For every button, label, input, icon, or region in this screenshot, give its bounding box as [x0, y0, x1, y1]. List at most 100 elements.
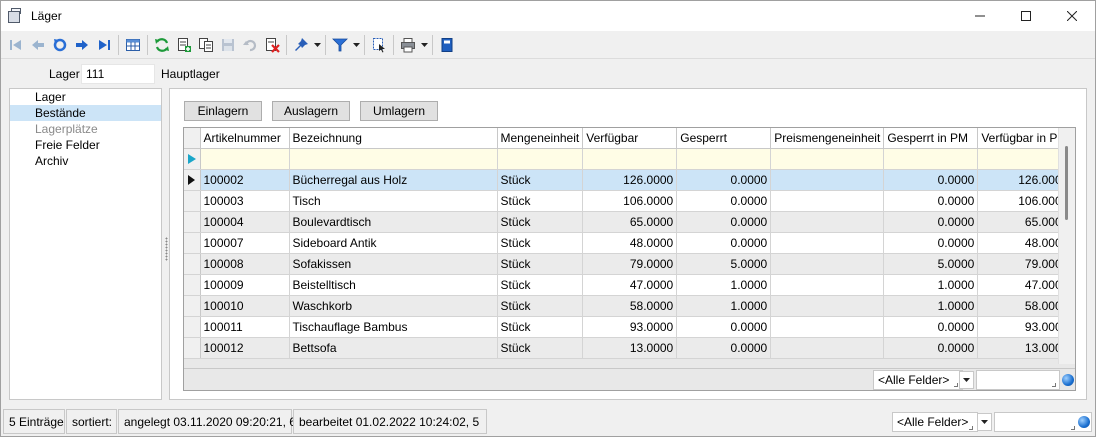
table-cell[interactable]: [770, 295, 885, 317]
table-cell[interactable]: Stück: [497, 295, 584, 317]
column-header[interactable]: Mengeneinheit: [497, 128, 584, 149]
filter-row[interactable]: [184, 148, 1073, 170]
table-cell[interactable]: [770, 337, 885, 359]
table-cell[interactable]: 100004: [200, 211, 290, 233]
copy-record-button[interactable]: [195, 34, 217, 56]
book-button[interactable]: [436, 34, 458, 56]
table-cell[interactable]: 0.0000: [676, 232, 772, 254]
table-cell[interactable]: 58.0000: [582, 295, 678, 317]
table-cell[interactable]: 0.0000: [883, 337, 979, 359]
table-cell[interactable]: 0.0000: [883, 169, 979, 191]
globe-search-icon[interactable]: [1062, 374, 1074, 386]
sidebar-item-lager[interactable]: Lager: [10, 89, 161, 105]
column-header[interactable]: Preismengeneinheit: [770, 128, 885, 149]
row-header[interactable]: [184, 337, 201, 359]
sidebar-item-freie-felder[interactable]: Freie Felder: [10, 137, 161, 153]
scrollbar-thumb[interactable]: [1065, 146, 1068, 220]
filter-cell[interactable]: [497, 148, 584, 170]
column-header[interactable]: Verfügbar: [582, 128, 678, 149]
table-cell[interactable]: [770, 211, 885, 233]
table-cell[interactable]: Tisch: [289, 190, 498, 212]
table-cell[interactable]: 1.0000: [883, 274, 979, 296]
table-cell[interactable]: Stück: [497, 253, 584, 275]
column-header[interactable]: Artikelnummer: [200, 128, 290, 149]
table-cell[interactable]: Stück: [497, 211, 584, 233]
grid-search-input[interactable]: [976, 370, 1060, 390]
column-header[interactable]: Gesperrt in PM: [883, 128, 979, 149]
status-search-field-select[interactable]: <Alle Felder>: [892, 412, 978, 432]
table-cell[interactable]: 1.0000: [883, 295, 979, 317]
table-cell[interactable]: 13.0000: [582, 337, 678, 359]
table-cell[interactable]: 0.0000: [676, 316, 772, 338]
last-record-button[interactable]: [93, 34, 115, 56]
column-header[interactable]: Bezeichnung: [289, 128, 498, 149]
filter-cell[interactable]: [200, 148, 290, 170]
save-button[interactable]: [217, 34, 239, 56]
lager-number-field[interactable]: 111: [81, 64, 155, 84]
row-header[interactable]: [184, 190, 201, 212]
status-search-field-dropdown[interactable]: [977, 413, 992, 431]
table-cell[interactable]: Sofakissen: [289, 253, 498, 275]
table-cell[interactable]: 48.0000: [582, 232, 678, 254]
next-record-button[interactable]: [71, 34, 93, 56]
grid-search-field-dropdown[interactable]: [959, 371, 974, 389]
filter-cell[interactable]: [582, 148, 678, 170]
table-cell[interactable]: Bücherregal aus Holz: [289, 169, 498, 191]
table-cell[interactable]: 0.0000: [676, 337, 772, 359]
table-cell[interactable]: 5.0000: [676, 253, 772, 275]
grid-vertical-scrollbar[interactable]: [1058, 128, 1075, 364]
table-cell[interactable]: 1.0000: [676, 274, 772, 296]
table-cell[interactable]: [770, 274, 885, 296]
table-cell[interactable]: 1.0000: [676, 295, 772, 317]
close-button[interactable]: [1049, 1, 1095, 31]
new-record-button[interactable]: [173, 34, 195, 56]
table-cell[interactable]: [770, 169, 885, 191]
table-cell[interactable]: Sideboard Antik: [289, 232, 498, 254]
table-cell[interactable]: Stück: [497, 337, 584, 359]
table-cell[interactable]: 0.0000: [676, 190, 772, 212]
row-header[interactable]: [184, 253, 201, 275]
table-row[interactable]: 100008 Sofakissen Stück 79.0000 5.0000 5.0000…: [184, 253, 1073, 275]
table-cell[interactable]: 0.0000: [676, 169, 772, 191]
table-cell[interactable]: Beistelltisch: [289, 274, 498, 296]
select-button[interactable]: [368, 34, 390, 56]
table-cell[interactable]: 100008: [200, 253, 290, 275]
table-cell[interactable]: Boulevardtisch: [289, 211, 498, 233]
table-cell[interactable]: 0.0000: [883, 190, 979, 212]
previous-record-button[interactable]: [27, 34, 49, 56]
table-cell[interactable]: Tischauflage Bambus: [289, 316, 498, 338]
row-header[interactable]: [184, 316, 201, 338]
column-header[interactable]: Gesperrt: [676, 128, 772, 149]
table-cell[interactable]: 100002: [200, 169, 290, 191]
print-button[interactable]: [397, 34, 419, 56]
auslagern-button[interactable]: Auslagern: [272, 101, 350, 121]
table-cell[interactable]: 0.0000: [883, 211, 979, 233]
table-cell[interactable]: 0.0000: [676, 211, 772, 233]
filter-button[interactable]: [329, 34, 351, 56]
row-header[interactable]: [184, 211, 201, 233]
table-row[interactable]: 100002 Bücherregal aus Holz Stück 126.0000 0…: [184, 169, 1073, 191]
filter-cell[interactable]: [770, 148, 885, 170]
row-header[interactable]: [184, 295, 201, 317]
table-cell[interactable]: [770, 190, 885, 212]
table-cell[interactable]: Stück: [497, 274, 584, 296]
pin-dropdown[interactable]: [312, 34, 322, 56]
first-record-button[interactable]: [5, 34, 27, 56]
filter-dropdown[interactable]: [351, 34, 361, 56]
minimize-button[interactable]: [957, 1, 1003, 31]
filter-cell[interactable]: [883, 148, 979, 170]
grid-search-field-select[interactable]: <Alle Felder>: [873, 370, 963, 390]
filter-cell[interactable]: [676, 148, 772, 170]
table-cell[interactable]: 106.0000: [582, 190, 678, 212]
table-cell[interactable]: 79.0000: [582, 253, 678, 275]
table-cell[interactable]: Waschkorb: [289, 295, 498, 317]
table-cell[interactable]: 5.0000: [883, 253, 979, 275]
table-cell[interactable]: 0.0000: [883, 316, 979, 338]
table-cell[interactable]: 100010: [200, 295, 290, 317]
sidebar-item-archiv[interactable]: Archiv: [10, 153, 161, 169]
table-cell[interactable]: Stück: [497, 169, 584, 191]
table-cell[interactable]: 100012: [200, 337, 290, 359]
table-cell[interactable]: [770, 253, 885, 275]
table-cell[interactable]: Stück: [497, 232, 584, 254]
table-cell[interactable]: [770, 232, 885, 254]
